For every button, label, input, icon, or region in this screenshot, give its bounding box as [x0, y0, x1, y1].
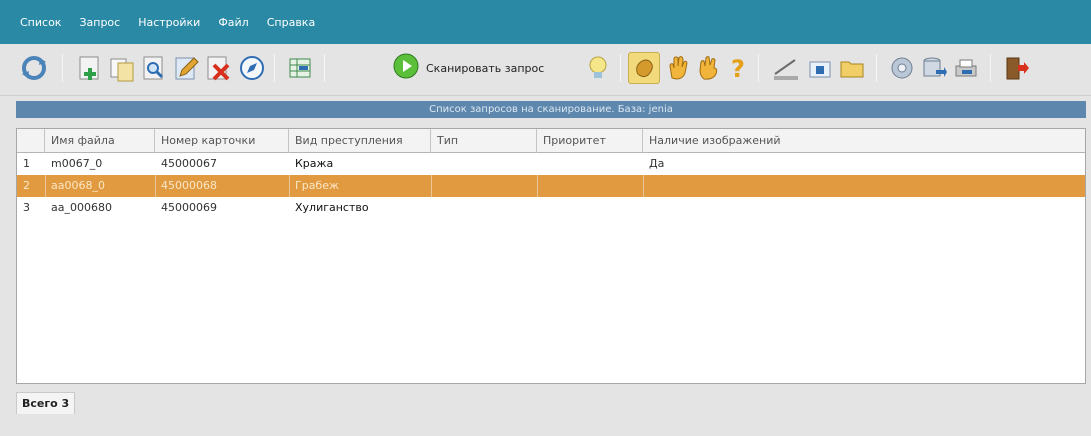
header-rownum[interactable]: [17, 129, 45, 153]
row-number: 3: [23, 201, 30, 214]
cell-file-name: aa_000680: [51, 201, 112, 214]
play-icon: [392, 52, 420, 84]
application-window: Список Запрос Настройки Файл Справка Ска…: [0, 0, 1091, 436]
cell-priority: [537, 197, 643, 219]
cell-card-number: 45000067: [161, 157, 217, 170]
menu-spisok[interactable]: Список: [20, 16, 61, 29]
cell-images: [643, 175, 1085, 197]
compass-icon[interactable]: [236, 52, 268, 84]
cell-card-number: 45000068: [161, 179, 217, 192]
header-images[interactable]: Наличие изображений: [643, 129, 1085, 153]
database-export-icon[interactable]: [918, 52, 950, 84]
help-icon[interactable]: ?: [722, 52, 754, 84]
table-row[interactable]: 3 aa_000680 45000069 Хулиганство: [17, 197, 1085, 219]
add-request-icon[interactable]: [74, 52, 106, 84]
cell-crime-type: Хулиганство: [295, 201, 369, 214]
menu-spravka[interactable]: Справка: [267, 16, 315, 29]
image-icon[interactable]: [804, 52, 836, 84]
view-request-icon[interactable]: [138, 52, 170, 84]
hand-left-icon[interactable]: [692, 52, 724, 84]
header-type[interactable]: Тип: [431, 129, 537, 153]
copy-request-icon[interactable]: [106, 52, 138, 84]
svg-text:?: ?: [731, 55, 745, 82]
cell-type: [431, 153, 537, 175]
row-number: 2: [23, 179, 30, 192]
requests-table: Имя файла Номер карточки Вид преступлени…: [16, 128, 1086, 384]
cell-type: [431, 175, 537, 197]
table-row[interactable]: 1 m0067_0 45000067 Кража Да: [17, 153, 1085, 175]
lightbulb-icon[interactable]: [582, 52, 614, 84]
refresh-icon[interactable]: [18, 52, 50, 84]
cell-priority: [537, 153, 643, 175]
header-crime-type[interactable]: Вид преступления: [289, 129, 431, 153]
fingerprint-tool-icon[interactable]: [628, 52, 660, 84]
total-count-label: Всего 3: [16, 392, 76, 414]
hand-icon[interactable]: [662, 52, 694, 84]
header-file-name[interactable]: Имя файла: [45, 129, 155, 153]
print-icon[interactable]: [950, 52, 982, 84]
menu-nastroyki[interactable]: Настройки: [138, 16, 200, 29]
menu-bar: Список Запрос Настройки Файл Справка: [0, 0, 1091, 44]
table-icon[interactable]: [284, 52, 316, 84]
cell-file-name: aa0068_0: [51, 179, 105, 192]
header-priority[interactable]: Приоритет: [537, 129, 643, 153]
cell-images: [643, 197, 1085, 219]
status-bar: Всего 3: [16, 389, 1086, 421]
table-header: Имя файла Номер карточки Вид преступлени…: [17, 129, 1085, 153]
scanner-icon[interactable]: [770, 52, 802, 84]
scan-request-label: Сканировать запрос: [426, 61, 545, 75]
header-card-number[interactable]: Номер карточки: [155, 129, 289, 153]
cell-priority: [537, 175, 643, 197]
settings-icon[interactable]: [886, 52, 918, 84]
edit-request-icon[interactable]: [170, 52, 202, 84]
toolbar: Сканировать запрос ?: [0, 44, 1091, 96]
panel-title: Список запросов на сканирование. База: j…: [16, 101, 1086, 118]
delete-request-icon[interactable]: [202, 52, 234, 84]
cell-file-name: m0067_0: [51, 157, 103, 170]
cell-images: Да: [649, 157, 665, 170]
cell-card-number: 45000069: [161, 201, 217, 214]
menu-zapros[interactable]: Запрос: [79, 16, 120, 29]
cell-crime-type: Грабеж: [295, 179, 339, 192]
menu-fayl[interactable]: Файл: [218, 16, 248, 29]
exit-icon[interactable]: [1000, 52, 1032, 84]
cell-type: [431, 197, 537, 219]
table-row-selected[interactable]: 2 aa0068_0 45000068 Грабеж: [17, 175, 1085, 197]
cell-crime-type: Кража: [295, 157, 334, 170]
folder-icon[interactable]: [836, 52, 868, 84]
scan-request-button[interactable]: Сканировать запрос: [392, 53, 572, 83]
row-number: 1: [23, 157, 30, 170]
